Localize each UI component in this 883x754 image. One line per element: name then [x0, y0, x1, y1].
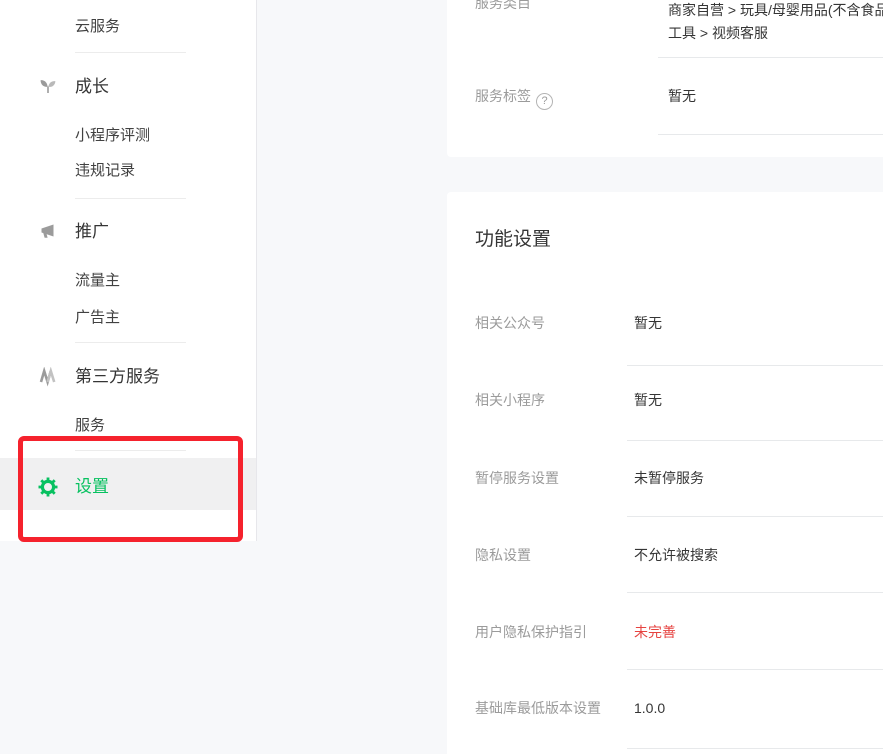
divider: [627, 365, 883, 366]
divider: [658, 134, 883, 135]
related-official-account-label: 相关公众号: [475, 313, 545, 333]
gear-icon: [38, 477, 58, 497]
double-n-icon: [38, 367, 58, 387]
sidebar-item-third-party-services[interactable]: 第三方服务: [75, 365, 160, 389]
base-library-version-value: 1.0.0: [634, 698, 665, 718]
divider: [627, 592, 883, 593]
divider: [658, 57, 883, 58]
divider: [627, 516, 883, 517]
pause-service-value: 未暂停服务: [634, 468, 704, 488]
privacy-settings-label: 隐私设置: [475, 545, 531, 565]
user-privacy-guide-label: 用户隐私保护指引: [475, 622, 587, 642]
service-tag-value: 暂无: [668, 86, 696, 106]
divider: [75, 342, 186, 343]
function-settings-title: 功能设置: [475, 226, 551, 254]
sidebar-item-service[interactable]: 服务: [75, 416, 105, 436]
service-category-line: 商家自营 > 玩具/母婴用品(不含食品): [668, 0, 883, 22]
divider: [75, 198, 186, 199]
divider: [627, 748, 883, 749]
sidebar-item-settings[interactable]: 设置: [75, 475, 109, 499]
service-info-card: 服务类目 商家自营 > 玩具/母婴用品(不含食品) 工具 > 视频客服 服务标签…: [447, 0, 883, 157]
sprout-icon: [38, 77, 58, 97]
related-miniprogram-value: 暂无: [634, 390, 662, 410]
sidebar-item-advertiser[interactable]: 广告主: [75, 308, 120, 328]
megaphone-icon: [38, 222, 58, 242]
sidebar-item-growth[interactable]: 成长: [75, 75, 109, 99]
divider: [627, 669, 883, 670]
sidebar-item-promotion[interactable]: 推广: [75, 220, 109, 244]
service-tag-label-text: 服务标签: [475, 88, 531, 104]
function-settings-card: 功能设置 相关公众号 暂无 相关小程序 暂无 暂停服务设置 未暂停服务 隐私设置…: [447, 192, 883, 754]
question-circle-icon[interactable]: ?: [536, 93, 553, 110]
sidebar: 云服务 成长 小程序评测 违规记录 推广 流量主 广告主: [0, 0, 257, 541]
settings-page: 云服务 成长 小程序评测 违规记录 推广 流量主 广告主: [0, 0, 883, 754]
sidebar-item-miniprogram-evaluation[interactable]: 小程序评测: [75, 126, 150, 146]
privacy-settings-value: 不允许被搜索: [634, 545, 718, 565]
service-category-line: 工具 > 视频客服: [668, 22, 883, 45]
sidebar-item-cloud-service[interactable]: 云服务: [75, 17, 120, 37]
divider: [75, 52, 186, 53]
divider: [627, 440, 883, 441]
divider: [75, 450, 186, 451]
service-category-label: 服务类目: [475, 0, 531, 13]
related-miniprogram-label: 相关小程序: [475, 390, 545, 410]
base-library-version-label: 基础库最低版本设置: [475, 698, 601, 718]
pause-service-label: 暂停服务设置: [475, 468, 559, 488]
user-privacy-guide-value: 未完善: [634, 622, 676, 642]
service-tag-label: 服务标签?: [475, 86, 553, 106]
sidebar-item-violation-records[interactable]: 违规记录: [75, 161, 135, 181]
related-official-account-value: 暂无: [634, 313, 662, 333]
sidebar-item-traffic-owner[interactable]: 流量主: [75, 271, 120, 291]
service-category-value: 商家自营 > 玩具/母婴用品(不含食品) 工具 > 视频客服: [668, 0, 883, 45]
